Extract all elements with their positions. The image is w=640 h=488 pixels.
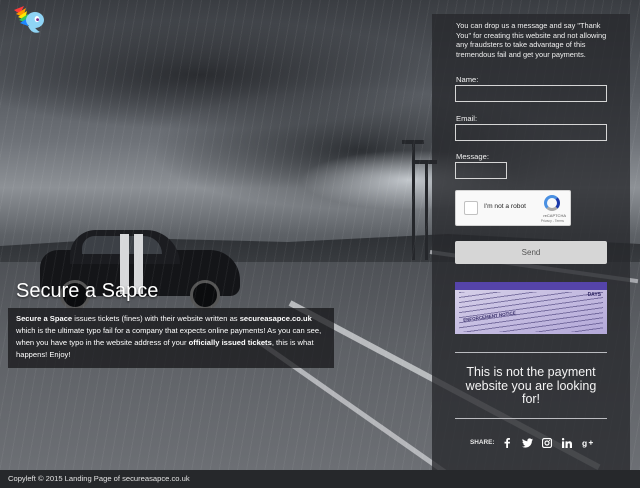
recaptcha-terms-link[interactable]: Privacy - Terms bbox=[541, 219, 564, 223]
divider bbox=[455, 418, 607, 419]
ticket-header-band bbox=[455, 282, 607, 290]
copyright-text: Copyleft © 2015 Landing Page of secureas… bbox=[8, 474, 190, 483]
facebook-icon[interactable] bbox=[502, 437, 513, 448]
email-label: Email: bbox=[456, 114, 478, 123]
email-field[interactable] bbox=[455, 124, 607, 141]
page-title: Secure a Sapce bbox=[16, 280, 159, 302]
footer: Copyleft © 2015 Landing Page of secureas… bbox=[0, 470, 640, 488]
tagline: This is not the payment website you are … bbox=[465, 365, 597, 406]
message-field[interactable] bbox=[455, 162, 507, 179]
linkedin-icon[interactable] bbox=[562, 437, 573, 448]
description-segment-1: issues tickets (fines) with their websit… bbox=[72, 314, 240, 323]
name-field[interactable] bbox=[455, 85, 607, 102]
share-bar: SHARE: g bbox=[470, 437, 593, 448]
contact-intro: You can drop us a message and say "Thank… bbox=[456, 21, 607, 59]
recaptcha-widget: I'm not a robot reCAPTCHA Privacy - Term… bbox=[455, 190, 571, 226]
description-text: Secure a Space issues tickets (fines) wi… bbox=[16, 313, 330, 361]
recaptcha-icon bbox=[544, 195, 560, 211]
ticket-image: DAYS ENFORCEMENT NOTICE bbox=[455, 282, 607, 334]
svg-text:g: g bbox=[582, 438, 587, 448]
google-plus-icon[interactable]: g bbox=[582, 437, 593, 448]
ticket-days-text: DAYS bbox=[587, 292, 601, 298]
name-label: Name: bbox=[456, 75, 479, 84]
share-label: SHARE: bbox=[470, 439, 495, 446]
message-label: Message: bbox=[456, 152, 489, 161]
recaptcha-brand: reCAPTCHA bbox=[543, 213, 566, 218]
recaptcha-label: I'm not a robot bbox=[484, 203, 526, 210]
description-segment-2: secureasapce.co.uk bbox=[239, 314, 312, 323]
description-segment-0: Secure a Space bbox=[16, 314, 73, 323]
instagram-icon[interactable] bbox=[542, 437, 553, 448]
send-button[interactable]: Send bbox=[455, 241, 607, 264]
twitter-icon[interactable] bbox=[521, 437, 533, 448]
ticket-print bbox=[459, 292, 603, 332]
description-segment-4: officially issued tickets bbox=[188, 338, 272, 347]
divider bbox=[455, 352, 607, 353]
recaptcha-checkbox[interactable] bbox=[464, 201, 478, 215]
pony-logo-icon[interactable] bbox=[10, 4, 48, 38]
